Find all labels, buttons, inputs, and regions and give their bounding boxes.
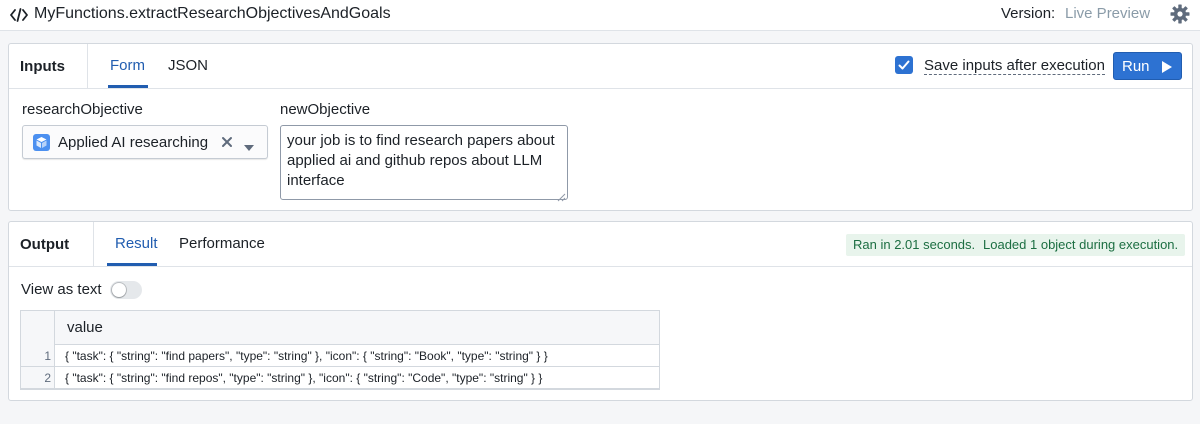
inputs-header: Inputs Form JSON Save inputs after execu… xyxy=(9,44,1192,89)
research-objective-value: Applied AI researching xyxy=(58,134,209,151)
output-title: Output xyxy=(20,236,70,253)
resize-handle[interactable] xyxy=(557,189,566,202)
objects-loaded-badge: Loaded 1 object during execution. xyxy=(976,234,1186,256)
toggle-knob xyxy=(112,283,126,297)
new-objective-label: newObjective xyxy=(280,101,371,118)
tab-result[interactable]: Result xyxy=(115,235,158,252)
divider xyxy=(87,44,88,89)
row-number: 2 xyxy=(44,371,51,385)
save-inputs-label[interactable]: Save inputs after execution xyxy=(924,57,1105,75)
play-icon xyxy=(1162,61,1172,73)
research-objective-select[interactable]: Applied AI researching xyxy=(22,125,268,159)
table-cell[interactable]: { "task": { "string": "find papers", "ty… xyxy=(65,349,548,363)
row-number: 1 xyxy=(44,349,51,363)
save-inputs-checkbox[interactable] xyxy=(895,56,913,74)
runtime-badge: Ran in 2.01 seconds. xyxy=(846,234,983,256)
inputs-title: Inputs xyxy=(20,58,65,75)
view-as-text-label: View as text xyxy=(21,281,102,298)
table-header xyxy=(21,311,659,345)
code-icon xyxy=(10,6,28,24)
clear-icon[interactable] xyxy=(220,135,234,149)
version-label: Version: xyxy=(1001,5,1056,22)
active-tab-indicator xyxy=(107,263,157,266)
tab-json[interactable]: JSON xyxy=(168,57,208,74)
divider xyxy=(93,222,94,267)
run-button-label: Run xyxy=(1122,58,1150,75)
table-row[interactable]: 2 { "task": { "string": "find repos", "t… xyxy=(21,367,659,389)
table-row[interactable]: 1 { "task": { "string": "find papers", "… xyxy=(21,345,659,367)
research-objective-label: researchObjective xyxy=(22,101,143,118)
output-panel: Output Result Performance Ran in 2.01 se… xyxy=(8,221,1193,401)
gear-icon[interactable] xyxy=(1170,4,1190,24)
tab-form[interactable]: Form xyxy=(110,57,145,74)
checkmark-icon xyxy=(898,60,910,70)
inputs-panel: Inputs Form JSON Save inputs after execu… xyxy=(8,43,1193,211)
output-header: Output Result Performance Ran in 2.01 se… xyxy=(9,222,1192,267)
column-header-value[interactable]: value xyxy=(67,319,103,336)
result-table: value 1 { "task": { "string": "find pape… xyxy=(20,310,660,390)
function-title: MyFunctions.extractResearchObjectivesAnd… xyxy=(34,5,391,22)
object-icon xyxy=(33,134,50,151)
version-selector[interactable]: Live Preview xyxy=(1065,5,1150,22)
view-as-text-toggle[interactable] xyxy=(110,281,142,299)
top-bar: MyFunctions.extractResearchObjectivesAnd… xyxy=(0,0,1200,31)
new-objective-textarea[interactable]: your job is to find research papers abou… xyxy=(280,125,568,200)
run-button[interactable]: Run xyxy=(1113,52,1182,80)
caret-down-icon[interactable] xyxy=(244,139,254,151)
table-cell[interactable]: { "task": { "string": "find repos", "typ… xyxy=(65,371,542,385)
active-tab-indicator xyxy=(108,85,148,88)
tab-performance[interactable]: Performance xyxy=(179,235,265,252)
